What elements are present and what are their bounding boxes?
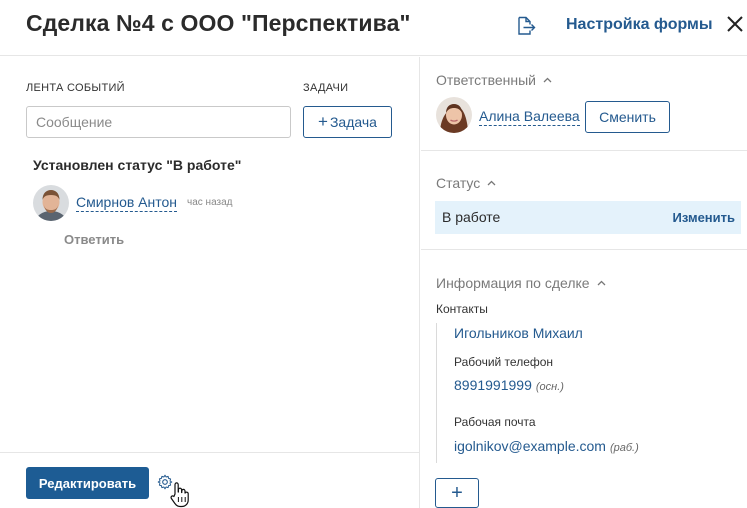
form-settings-link[interactable]: Настройка формы — [566, 16, 713, 34]
change-responsible-button[interactable]: Сменить — [585, 101, 670, 133]
contacts-label: Контакты — [436, 302, 488, 316]
responsible-section-toggle[interactable]: Ответственный — [436, 72, 552, 88]
phone-tag: (осн.) — [535, 381, 564, 393]
phone-row: 8991991999 (осн.) — [454, 377, 564, 393]
event-feed-panel: ЛЕНТА СОБЫТИЙ ЗАДАЧИ + Задача Установлен… — [0, 57, 420, 508]
email-row: igolnikov@example.com (раб.) — [454, 438, 639, 454]
email-tag: (раб.) — [609, 442, 639, 454]
hand-cursor-icon — [170, 482, 189, 508]
deal-info-section-toggle[interactable]: Информация по сделке — [436, 275, 606, 291]
email-value-link[interactable]: igolnikov@example.com — [454, 438, 606, 454]
footer-divider — [0, 452, 420, 453]
plus-icon: + — [318, 111, 328, 131]
responsible-name-link[interactable]: Алина Валеева — [479, 108, 580, 126]
feed-caption: ЛЕНТА СОБЫТИЙ — [26, 82, 125, 94]
chevron-up-icon — [543, 77, 552, 83]
reply-link[interactable]: Ответить — [64, 232, 124, 247]
section-divider — [421, 150, 747, 151]
page-header: Сделка №4 с ООО "Перспектива" Настройка … — [0, 0, 747, 56]
message-input[interactable] — [26, 106, 291, 138]
status-title: Статус — [436, 175, 481, 191]
responsible-avatar[interactable] — [436, 97, 472, 133]
contact-group-line — [436, 323, 437, 463]
deal-sidebar: Ответственный Алина Валеева Сменить Стат… — [421, 57, 747, 508]
deal-info-title: Информация по сделке — [436, 275, 590, 291]
chevron-up-icon — [487, 180, 496, 186]
edit-button[interactable]: Редактировать — [26, 467, 149, 499]
page-title: Сделка №4 с ООО "Перспектива" — [26, 10, 411, 36]
phone-label: Рабочий телефон — [454, 355, 554, 369]
chevron-up-icon — [597, 280, 606, 286]
status-row: В работе Изменить — [435, 201, 741, 234]
add-task-button[interactable]: + Задача — [303, 106, 392, 138]
status-value: В работе — [442, 209, 501, 225]
close-icon[interactable] — [724, 13, 746, 35]
tasks-caption: ЗАДАЧИ — [303, 82, 349, 94]
section-divider — [421, 249, 747, 250]
export-icon[interactable] — [514, 14, 538, 38]
contact-name-link[interactable]: Игольников Михаил — [454, 325, 583, 341]
event-title: Установлен статус "В работе" — [33, 157, 242, 173]
email-label: Рабочая почта — [454, 415, 536, 429]
event-time: час назад — [187, 197, 233, 208]
event-author-link[interactable]: Смирнов Антон — [76, 194, 178, 212]
phone-value-link[interactable]: 8991991999 — [454, 377, 532, 393]
author-avatar[interactable] — [33, 185, 69, 221]
change-status-link[interactable]: Изменить — [672, 210, 735, 225]
status-section-toggle[interactable]: Статус — [436, 175, 496, 191]
add-contact-button[interactable]: + — [435, 478, 479, 508]
add-task-label: Задача — [329, 114, 377, 130]
responsible-title: Ответственный — [436, 72, 536, 88]
